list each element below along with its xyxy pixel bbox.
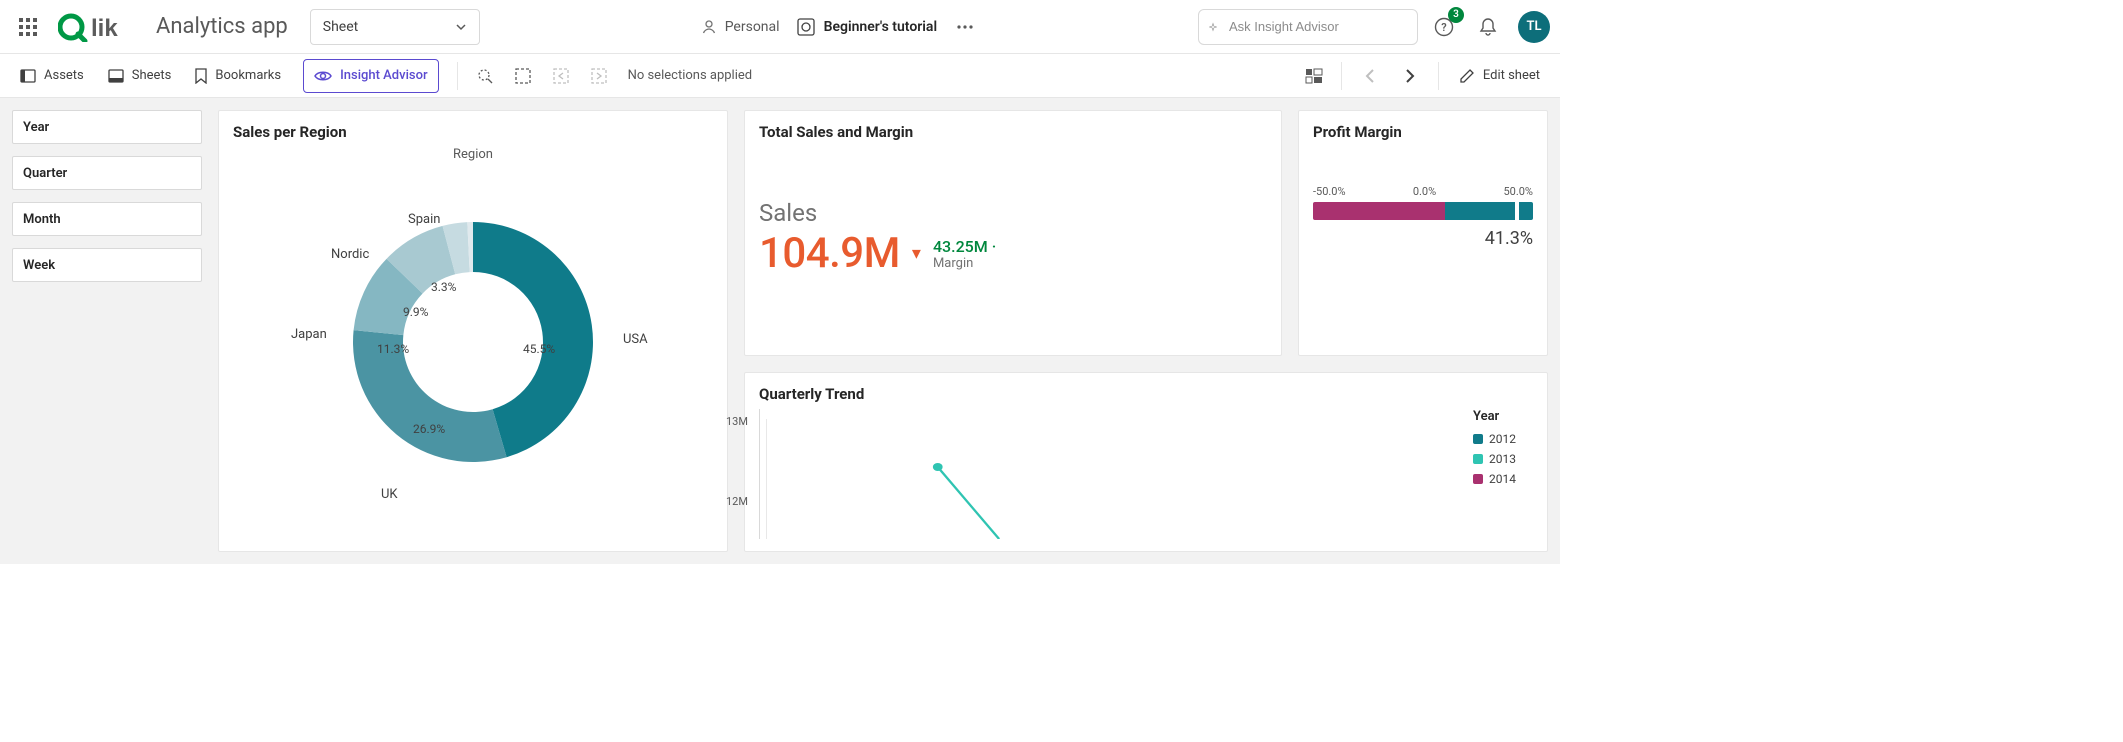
assets-button[interactable]: Assets bbox=[10, 60, 94, 92]
donut-pct-usa: 45.5% bbox=[523, 342, 555, 356]
card-sales-per-region[interactable]: Sales per Region Region USA UK bbox=[218, 110, 728, 552]
step-back-button bbox=[544, 59, 578, 93]
insight-advisor-button[interactable]: Insight Advisor bbox=[303, 59, 438, 93]
gauge-bar bbox=[1313, 202, 1533, 220]
help-button[interactable]: ? 3 bbox=[1426, 9, 1462, 45]
chevron-right-icon bbox=[1405, 69, 1415, 83]
breadcrumb-personal[interactable]: Personal bbox=[701, 19, 780, 35]
donut-legend-title: Region bbox=[453, 147, 493, 162]
kpi-value: 104.9M bbox=[759, 229, 900, 278]
svg-text:?: ? bbox=[1441, 21, 1446, 34]
prev-sheet-button bbox=[1352, 58, 1388, 94]
edit-sheet-button[interactable]: Edit sheet bbox=[1449, 60, 1550, 92]
bookmarks-label: Bookmarks bbox=[215, 68, 281, 83]
kpi-sub-value: 43.25M · bbox=[933, 237, 996, 256]
breadcrumb-app-label: Beginner's tutorial bbox=[824, 19, 938, 35]
card-profit-margin[interactable]: Profit Margin -50.0% 0.0% 50.0% 41.3% bbox=[1298, 110, 1548, 356]
donut-label-nordic: Nordic bbox=[331, 247, 369, 262]
filter-month[interactable]: Month bbox=[12, 202, 202, 236]
eye-icon bbox=[314, 69, 332, 83]
divider bbox=[457, 62, 458, 90]
app-name: Analytics app bbox=[156, 14, 288, 39]
sheet-dropdown-label: Sheet bbox=[323, 19, 358, 35]
smart-search-button[interactable] bbox=[468, 59, 502, 93]
insight-search-input[interactable] bbox=[1227, 18, 1407, 35]
selections-tool-button[interactable] bbox=[506, 59, 540, 93]
kpi-sub-label: Margin bbox=[933, 256, 996, 271]
sheet-dropdown[interactable]: Sheet bbox=[310, 9, 480, 45]
donut-label-uk: UK bbox=[381, 487, 398, 502]
user-icon bbox=[701, 19, 717, 35]
gauge-value: 41.3% bbox=[1313, 228, 1533, 249]
more-icon[interactable] bbox=[953, 9, 977, 45]
donut-pct-nordic: 9.9% bbox=[403, 305, 428, 319]
step-forward-icon bbox=[590, 67, 608, 85]
next-sheet-button[interactable] bbox=[1392, 58, 1428, 94]
donut-label-usa: USA bbox=[623, 332, 648, 347]
trend-chart: 13M 12M bbox=[759, 409, 1453, 539]
donut-pct-uk: 26.9% bbox=[413, 422, 445, 436]
donut-pct-spain: 3.3% bbox=[431, 280, 456, 294]
step-back-icon bbox=[552, 67, 570, 85]
step-forward-button bbox=[582, 59, 616, 93]
insight-advisor-label: Insight Advisor bbox=[340, 68, 427, 83]
sheet-grid-button[interactable] bbox=[1297, 59, 1331, 93]
donut-label-japan: Japan bbox=[291, 327, 327, 342]
app-icon bbox=[796, 17, 816, 37]
bookmark-icon bbox=[195, 68, 207, 84]
notification-badge: 3 bbox=[1448, 7, 1464, 23]
selection-dashed-icon bbox=[514, 67, 532, 85]
divider bbox=[1341, 62, 1342, 90]
card-title: Profit Margin bbox=[1313, 123, 1533, 141]
donut-label-spain: Spain bbox=[408, 212, 440, 227]
card-title: Total Sales and Margin bbox=[759, 123, 1267, 141]
panel-bottom-icon bbox=[108, 69, 124, 83]
panel-left-icon bbox=[20, 69, 36, 83]
insight-search[interactable] bbox=[1198, 9, 1418, 45]
card-title: Sales per Region bbox=[233, 123, 713, 141]
card-title: Quarterly Trend bbox=[759, 385, 1533, 403]
bookmarks-button[interactable]: Bookmarks bbox=[185, 60, 291, 92]
notifications-button[interactable] bbox=[1470, 9, 1506, 45]
donut-pct-japan: 11.3% bbox=[377, 342, 409, 356]
filter-quarter[interactable]: Quarter bbox=[12, 156, 202, 190]
breadcrumb-app[interactable]: Beginner's tutorial bbox=[796, 17, 938, 37]
breadcrumb-personal-label: Personal bbox=[725, 19, 780, 35]
selections-text: No selections applied bbox=[628, 68, 753, 83]
svg-text:lik: lik bbox=[91, 15, 118, 42]
sheets-button[interactable]: Sheets bbox=[98, 60, 182, 92]
bell-icon bbox=[1479, 17, 1497, 37]
edit-sheet-label: Edit sheet bbox=[1483, 68, 1540, 83]
kpi-label: Sales bbox=[759, 199, 1267, 227]
trend-down-icon: ▾ bbox=[912, 243, 921, 264]
filter-week[interactable]: Week bbox=[12, 248, 202, 282]
legend-item-2012[interactable]: 2012 bbox=[1473, 432, 1533, 446]
chevron-down-icon bbox=[455, 21, 467, 33]
legend-item-2013[interactable]: 2013 bbox=[1473, 452, 1533, 466]
card-total-sales[interactable]: Total Sales and Margin Sales 104.9M ▾ 43… bbox=[744, 110, 1282, 356]
gauge-ticks: -50.0% 0.0% 50.0% bbox=[1313, 185, 1533, 198]
avatar-initials: TL bbox=[1526, 19, 1541, 34]
divider bbox=[1438, 62, 1439, 90]
grid-icon bbox=[1305, 68, 1323, 84]
sparkle-icon bbox=[1209, 19, 1217, 35]
card-quarterly-trend[interactable]: Quarterly Trend 13M 12M Year 2012 2013 2… bbox=[744, 372, 1548, 552]
legend-item-2014[interactable]: 2014 bbox=[1473, 472, 1533, 486]
trend-legend: Year 2012 2013 2014 bbox=[1473, 409, 1533, 539]
avatar[interactable]: TL bbox=[1518, 11, 1550, 43]
chevron-left-icon bbox=[1365, 69, 1375, 83]
pencil-icon bbox=[1459, 68, 1475, 84]
assets-label: Assets bbox=[44, 68, 84, 83]
search-dashed-icon bbox=[476, 67, 494, 85]
app-launcher-icon[interactable] bbox=[10, 9, 46, 45]
qlik-logo[interactable]: lik bbox=[58, 12, 142, 42]
sheets-label: Sheets bbox=[132, 68, 172, 83]
filter-year[interactable]: Year bbox=[12, 110, 202, 144]
